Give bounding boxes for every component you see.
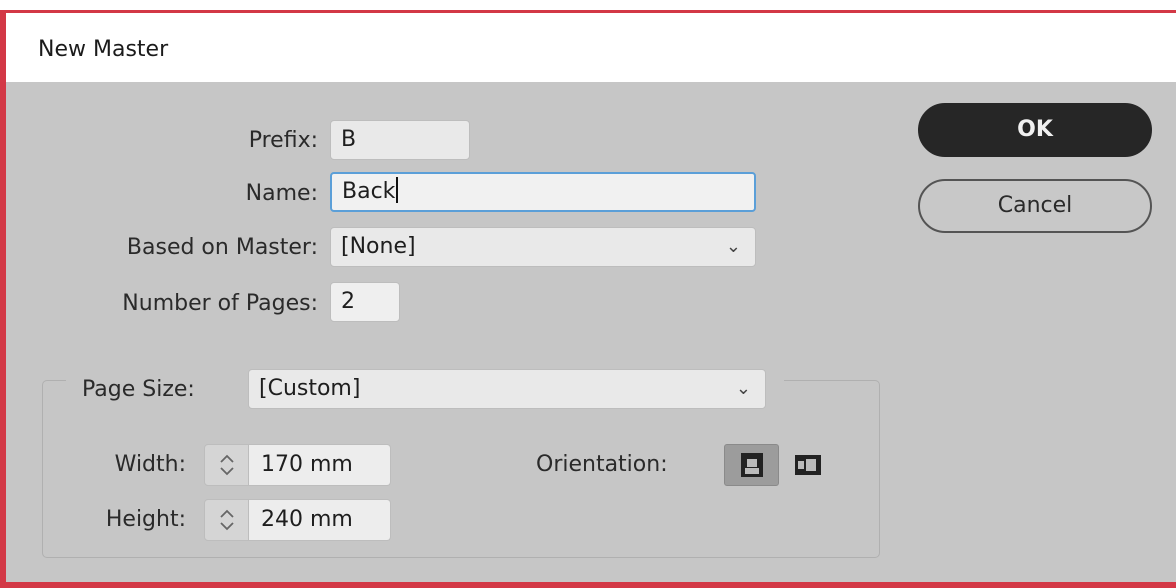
number-of-pages-value: 2 <box>341 289 355 314</box>
portrait-orientation-icon <box>740 453 763 477</box>
orientation-label: Orientation: <box>536 452 668 477</box>
new-master-dialog: New Master Prefix: B Name: Back Based on… <box>0 10 1176 588</box>
prefix-value: B <box>341 127 357 152</box>
based-on-master-label: Based on Master: <box>126 235 318 260</box>
dialog-body: Prefix: B Name: Back Based on Master: [N… <box>6 82 1176 582</box>
width-label: Width: <box>114 452 186 477</box>
chevron-down-icon: ⌄ <box>725 236 741 257</box>
number-of-pages-input[interactable]: 2 <box>330 282 400 322</box>
height-label: Height: <box>105 507 186 532</box>
landscape-orientation-icon <box>795 455 821 475</box>
title-bar: New Master <box>6 13 1176 82</box>
page-size-value: [Custom] <box>259 376 361 401</box>
width-stepper-arrows-icon[interactable] <box>204 444 249 486</box>
dialog-title: New Master <box>38 37 169 62</box>
text-caret <box>396 177 399 203</box>
name-input[interactable]: Back <box>330 172 756 212</box>
chevron-down-icon: ⌄ <box>735 378 751 399</box>
page-size-select[interactable]: [Custom] ⌄ <box>248 369 766 409</box>
page-size-label: Page Size: <box>82 377 195 402</box>
landscape-orientation-button[interactable] <box>788 444 828 486</box>
cancel-button[interactable]: Cancel <box>918 179 1152 233</box>
based-on-master-value: [None] <box>341 234 416 259</box>
based-on-master-select[interactable]: [None] ⌄ <box>330 227 756 267</box>
height-stepper-arrows-icon[interactable] <box>204 499 249 541</box>
portrait-orientation-button[interactable] <box>724 444 779 486</box>
height-input[interactable]: 240 mm <box>249 499 391 541</box>
width-value: 170 mm <box>261 452 353 477</box>
prefix-label: Prefix: <box>248 128 318 153</box>
height-value: 240 mm <box>261 507 353 532</box>
prefix-input[interactable]: B <box>330 120 470 160</box>
name-value: Back <box>342 179 396 204</box>
ok-button[interactable]: OK <box>918 103 1152 157</box>
number-of-pages-label: Number of Pages: <box>122 291 318 316</box>
width-input[interactable]: 170 mm <box>249 444 391 486</box>
name-label: Name: <box>245 181 318 206</box>
